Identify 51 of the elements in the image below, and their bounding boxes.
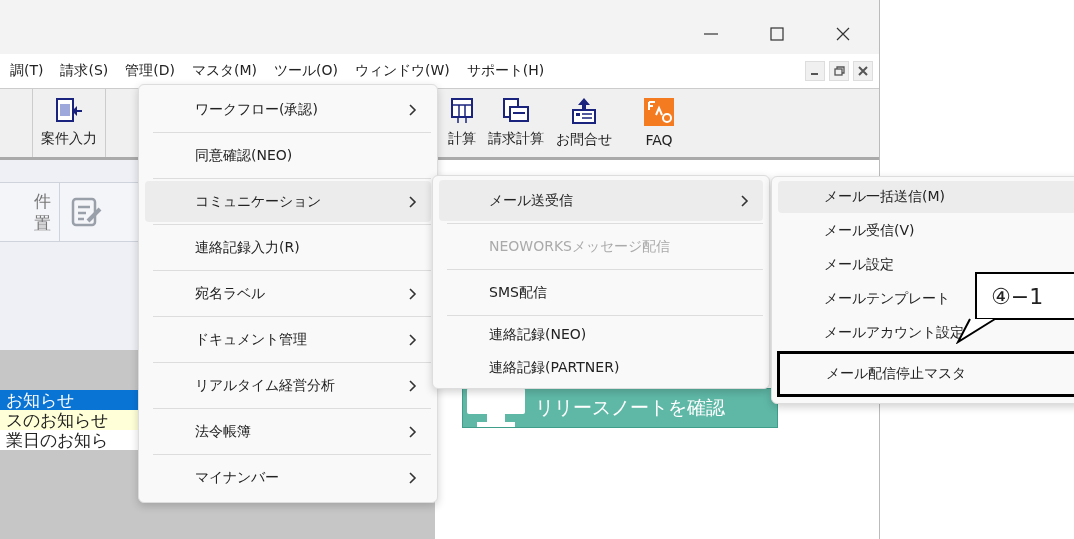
menu-item[interactable]: リアルタイム経営分析 <box>145 365 431 406</box>
menu-item[interactable]: マイナンバー <box>145 457 431 498</box>
toolbar-button[interactable]: 計算 <box>442 89 482 157</box>
notice-row[interactable]: スのお知らせ <box>0 410 138 430</box>
menu-bar-item[interactable]: 調(T) <box>10 62 44 80</box>
menu-item[interactable]: SMS配信 <box>439 272 763 313</box>
chevron-right-icon <box>409 103 417 116</box>
toolbar-button[interactable]: お問合せ <box>550 89 618 157</box>
minimize-icon[interactable] <box>805 61 825 81</box>
menu-item[interactable]: メール配信停止マスタ <box>777 351 1074 397</box>
menu-item[interactable]: 連絡記録入力(R) <box>145 227 431 268</box>
chevron-right-icon <box>409 471 417 484</box>
menu-item[interactable]: ドキュメント管理 <box>145 319 431 360</box>
menu-item[interactable]: ワークフロー(承認) <box>145 89 431 130</box>
menu-item[interactable]: 同意確認(NEO) <box>145 135 431 176</box>
chevron-right-icon <box>409 425 417 438</box>
chevron-right-icon <box>409 379 417 392</box>
maximize-icon[interactable] <box>769 26 785 42</box>
menu-bar-item[interactable]: ツール(O) <box>274 62 338 80</box>
document-arrow-icon <box>55 98 83 124</box>
chevron-right-icon <box>409 333 417 346</box>
menu-bar-item[interactable]: サポート(H) <box>466 62 545 80</box>
menu-item[interactable]: メール送受信 <box>439 180 763 221</box>
menu-item[interactable]: 宛名ラベル <box>145 273 431 314</box>
chevron-right-icon <box>409 195 417 208</box>
menu-bar-item[interactable]: マスタ(M) <box>192 62 258 80</box>
upload-card-icon <box>571 97 597 125</box>
faq-icon <box>644 98 674 126</box>
menu-item[interactable]: メールテンプレート <box>778 283 960 315</box>
toolbar-button[interactable]: 請求計算 <box>482 89 550 157</box>
callout-label: ④−1 <box>975 272 1074 320</box>
menu-item[interactable]: メール一括送信(M) <box>778 181 1074 213</box>
menu-bar-item[interactable]: 管理(D) <box>125 62 175 80</box>
menu-item[interactable]: 法令帳簿 <box>145 411 431 452</box>
toolbar-button[interactable]: 案件入力 <box>33 89 106 157</box>
toolbar-button[interactable]: FAQ <box>638 89 680 157</box>
notice-row[interactable]: お知らせ <box>0 390 138 410</box>
chevron-right-icon <box>741 194 749 207</box>
notice-row[interactable]: 業日のお知ら <box>0 430 138 450</box>
calculator-icon <box>450 98 474 124</box>
close-icon[interactable] <box>835 26 851 42</box>
menu-item[interactable]: コミュニケーション <box>145 181 431 222</box>
document-stack-icon <box>502 98 530 124</box>
restore-icon[interactable] <box>829 61 849 81</box>
menu-item[interactable]: メール受信(V) <box>778 215 925 247</box>
chevron-right-icon <box>409 287 417 300</box>
menu-bar-item[interactable]: ウィンドウ(W) <box>355 62 450 80</box>
menu-item[interactable]: 連絡記録(PARTNER) <box>439 351 763 384</box>
menu-item[interactable]: 連絡記録(NEO) <box>439 318 763 351</box>
menu-bar-item[interactable]: 請求(S) <box>60 62 109 80</box>
menu-item[interactable]: メール設定 <box>778 249 904 281</box>
